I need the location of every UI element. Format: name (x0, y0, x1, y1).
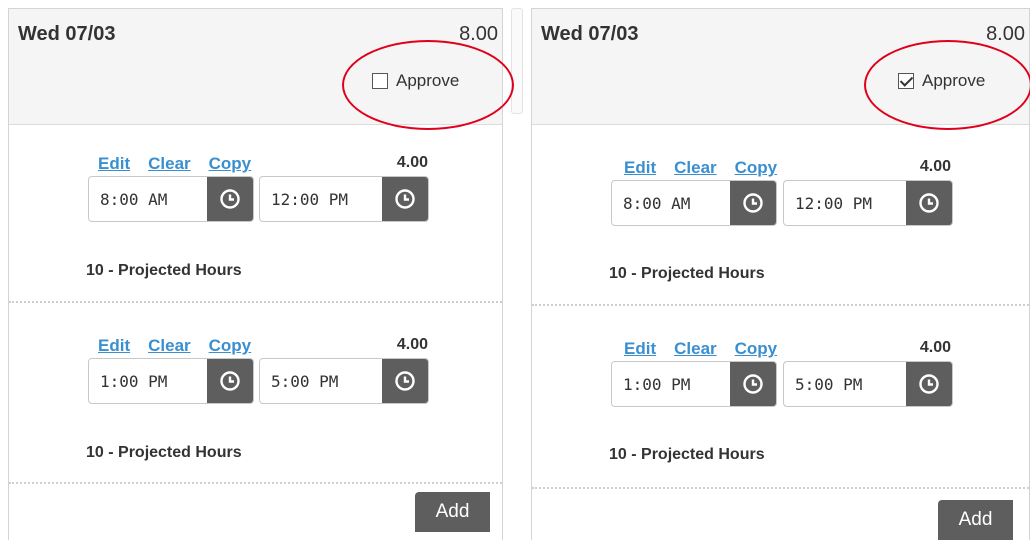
day-date: Wed 07/03 (18, 23, 116, 45)
time-entry: Edit Clear Copy 4.00 8:00 AM 12:00 PM (88, 154, 429, 274)
day-panel-right: Wed 07/03 8.00 Approve Edit Clear Copy 4.0… (531, 8, 1030, 540)
approve-label: Approve (922, 71, 986, 90)
entry-divider (9, 301, 502, 303)
copy-link[interactable]: Copy (735, 158, 778, 177)
checkbox-icon[interactable] (898, 73, 914, 89)
end-time-picker-button[interactable] (906, 181, 952, 225)
entry-divider (9, 482, 502, 484)
start-time-picker-button[interactable] (730, 181, 776, 225)
checkbox-icon[interactable] (372, 73, 388, 89)
copy-link[interactable]: Copy (209, 154, 252, 173)
add-entry-button[interactable]: Add (938, 500, 1013, 540)
column-gutter (511, 8, 523, 114)
entry-hours: 4.00 (919, 339, 951, 356)
clock-icon (743, 374, 763, 394)
end-time-value: 5:00 PM (271, 372, 339, 391)
start-time-picker-button[interactable] (730, 362, 776, 406)
end-time-value: 5:00 PM (795, 375, 863, 394)
entry-hours: 4.00 (396, 336, 428, 353)
clock-icon (220, 189, 240, 209)
clock-icon (395, 189, 415, 209)
clock-icon (220, 371, 240, 391)
project-label: 10 - Projected Hours (609, 446, 765, 463)
entry-divider (532, 487, 1029, 489)
day-date: Wed 07/03 (541, 23, 639, 45)
project-label: 10 - Projected Hours (86, 444, 242, 461)
project-label: 10 - Projected Hours (609, 265, 765, 282)
start-time-value: 8:00 AM (623, 194, 691, 213)
clock-icon (919, 193, 939, 213)
edit-link[interactable]: Edit (98, 336, 130, 355)
start-time-field[interactable]: 8:00 AM (611, 180, 777, 226)
clear-link[interactable]: Clear (674, 158, 717, 177)
end-time-field[interactable]: 12:00 PM (783, 180, 953, 226)
end-time-value: 12:00 PM (271, 190, 349, 209)
approve-label: Approve (396, 71, 460, 90)
entry-actions: Edit Clear Copy (624, 158, 795, 178)
time-entry: Edit Clear Copy 4.00 8:00 AM 12:00 PM (611, 158, 953, 278)
end-time-field[interactable]: 5:00 PM (259, 358, 429, 404)
end-time-field[interactable]: 12:00 PM (259, 176, 429, 222)
edit-link[interactable]: Edit (624, 158, 656, 177)
start-time-value: 8:00 AM (100, 190, 168, 209)
entry-actions: Edit Clear Copy (98, 336, 269, 356)
day-header: Wed 07/03 8.00 Approve (9, 9, 502, 125)
clear-link[interactable]: Clear (148, 336, 191, 355)
start-time-field[interactable]: 1:00 PM (88, 358, 254, 404)
end-time-value: 12:00 PM (795, 194, 873, 213)
end-time-picker-button[interactable] (382, 359, 428, 403)
end-time-field[interactable]: 5:00 PM (783, 361, 953, 407)
edit-link[interactable]: Edit (98, 154, 130, 173)
approve-checkbox[interactable]: Approve (898, 71, 985, 91)
day-total-hours: 8.00 (986, 23, 1025, 45)
entry-actions: Edit Clear Copy (98, 154, 269, 174)
start-time-picker-button[interactable] (207, 177, 253, 221)
copy-link[interactable]: Copy (735, 339, 778, 358)
project-label: 10 - Projected Hours (86, 262, 242, 279)
entry-actions: Edit Clear Copy (624, 339, 795, 359)
approve-checkbox[interactable]: Approve (372, 71, 459, 91)
entry-hours: 4.00 (919, 158, 951, 175)
day-total-hours: 8.00 (459, 23, 498, 45)
start-time-value: 1:00 PM (623, 375, 691, 394)
time-entry: Edit Clear Copy 4.00 1:00 PM 5:00 PM (88, 336, 429, 456)
day-header: Wed 07/03 8.00 Approve (532, 9, 1029, 125)
start-time-field[interactable]: 8:00 AM (88, 176, 254, 222)
start-time-field[interactable]: 1:00 PM (611, 361, 777, 407)
day-panel-left: Wed 07/03 8.00 Approve Edit Clear Copy 4.0… (8, 8, 503, 540)
entry-hours: 4.00 (396, 154, 428, 171)
start-time-value: 1:00 PM (100, 372, 168, 391)
copy-link[interactable]: Copy (209, 336, 252, 355)
start-time-picker-button[interactable] (207, 359, 253, 403)
clock-icon (919, 374, 939, 394)
clear-link[interactable]: Clear (148, 154, 191, 173)
clear-link[interactable]: Clear (674, 339, 717, 358)
edit-link[interactable]: Edit (624, 339, 656, 358)
add-entry-button[interactable]: Add (415, 492, 490, 532)
time-entry: Edit Clear Copy 4.00 1:00 PM 5:00 PM (611, 339, 953, 459)
clock-icon (395, 371, 415, 391)
end-time-picker-button[interactable] (382, 177, 428, 221)
clock-icon (743, 193, 763, 213)
entry-divider (532, 304, 1029, 306)
end-time-picker-button[interactable] (906, 362, 952, 406)
